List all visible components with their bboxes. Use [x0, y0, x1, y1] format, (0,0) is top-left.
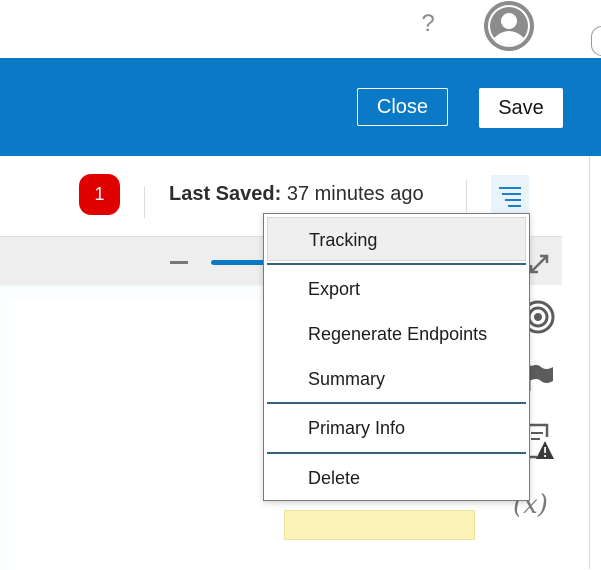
save-button[interactable]: Save: [479, 88, 563, 128]
divider: [466, 180, 467, 212]
help-icon[interactable]: ?: [418, 10, 438, 38]
top-bar: ?: [0, 0, 601, 58]
menu-separator: [267, 263, 526, 265]
menu-item-summary[interactable]: Summary: [267, 357, 526, 401]
menu-item-regenerate-endpoints[interactable]: Regenerate Endpoints: [267, 312, 526, 356]
note-element[interactable]: [284, 510, 475, 540]
expand-icon[interactable]: [528, 253, 550, 275]
menu-item-tracking[interactable]: Tracking: [267, 217, 526, 261]
menu-item-primary-info[interactable]: Primary Info: [267, 406, 526, 450]
hamburger-menu-icon[interactable]: [491, 175, 529, 215]
divider: [144, 186, 145, 218]
partial-button[interactable]: [591, 26, 601, 56]
right-gutter: [589, 156, 601, 569]
zoom-slider[interactable]: [211, 260, 271, 265]
last-saved-value: 37 minutes ago: [286, 183, 424, 205]
notification-badge[interactable]: 1: [79, 174, 120, 215]
last-saved-label: Last Saved:: [169, 183, 282, 205]
close-button[interactable]: Close: [357, 88, 448, 126]
header-bar: Close Save: [0, 58, 601, 156]
actions-menu: Tracking Export Regenerate Endpoints Sum…: [263, 213, 530, 501]
menu-separator: [267, 452, 526, 454]
menu-item-export[interactable]: Export: [267, 267, 526, 311]
menu-item-delete[interactable]: Delete: [267, 456, 526, 500]
menu-separator: [267, 402, 526, 404]
zoom-out-icon[interactable]: [170, 261, 188, 264]
last-saved-text: Last Saved: 37 minutes ago: [169, 183, 424, 206]
user-avatar-icon[interactable]: [483, 0, 535, 52]
